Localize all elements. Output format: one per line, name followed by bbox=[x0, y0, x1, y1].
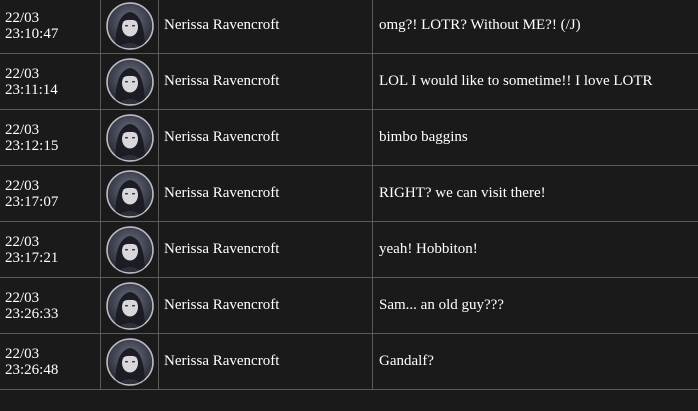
avatar-cell bbox=[100, 109, 159, 166]
timestamp-cell: 22/03 23:26:33 bbox=[0, 277, 101, 334]
message-date: 22/03 bbox=[5, 121, 40, 138]
user-avatar bbox=[105, 169, 154, 218]
message-text: yeah! Hobbiton! bbox=[372, 221, 698, 278]
chat-row: 22/03 23:10:47 Nerissa Ravencroft omg?! … bbox=[0, 0, 698, 54]
chat-log-table: 22/03 23:10:47 Nerissa Ravencroft omg?! … bbox=[0, 0, 698, 390]
timestamp-cell: 22/03 23:26:48 bbox=[0, 333, 101, 390]
avatar-cell bbox=[100, 53, 159, 110]
user-avatar bbox=[105, 57, 154, 106]
message-date: 22/03 bbox=[5, 345, 40, 362]
message-date: 22/03 bbox=[5, 9, 40, 26]
message-date: 22/03 bbox=[5, 177, 40, 194]
chat-row: 22/03 23:17:21 Nerissa Ravencroft yeah! … bbox=[0, 221, 698, 278]
message-time: 23:17:21 bbox=[5, 249, 59, 266]
message-time: 23:17:07 bbox=[5, 193, 59, 210]
chat-row: 22/03 23:26:33 Nerissa Ravencroft Sam...… bbox=[0, 277, 698, 334]
avatar-cell bbox=[100, 333, 159, 390]
user-avatar bbox=[105, 113, 154, 162]
message-text: LOL I would like to sometime!! I love LO… bbox=[372, 53, 698, 110]
username: Nerissa Ravencroft bbox=[158, 0, 373, 54]
avatar-cell bbox=[100, 0, 159, 54]
username: Nerissa Ravencroft bbox=[158, 53, 373, 110]
user-avatar bbox=[105, 281, 154, 330]
user-avatar bbox=[105, 225, 154, 274]
username: Nerissa Ravencroft bbox=[158, 333, 373, 390]
timestamp-cell: 22/03 23:10:47 bbox=[0, 0, 101, 54]
username: Nerissa Ravencroft bbox=[158, 165, 373, 222]
timestamp-cell: 22/03 23:17:21 bbox=[0, 221, 101, 278]
message-date: 22/03 bbox=[5, 65, 40, 82]
message-text: Sam... an old guy??? bbox=[372, 277, 698, 334]
message-text: RIGHT? we can visit there! bbox=[372, 165, 698, 222]
message-text: omg?! LOTR? Without ME?! (/J) bbox=[372, 0, 698, 54]
chat-row: 22/03 23:12:15 Nerissa Ravencroft bimbo … bbox=[0, 109, 698, 166]
avatar-cell bbox=[100, 165, 159, 222]
message-text: bimbo baggins bbox=[372, 109, 698, 166]
message-text: Gandalf? bbox=[372, 333, 698, 390]
timestamp-cell: 22/03 23:11:14 bbox=[0, 53, 101, 110]
message-time: 23:26:33 bbox=[5, 305, 59, 322]
message-time: 23:26:48 bbox=[5, 361, 59, 378]
message-time: 23:11:14 bbox=[5, 81, 58, 98]
chat-row: 22/03 23:11:14 Nerissa Ravencroft LOL I … bbox=[0, 53, 698, 110]
avatar-cell bbox=[100, 277, 159, 334]
username: Nerissa Ravencroft bbox=[158, 221, 373, 278]
timestamp-cell: 22/03 23:12:15 bbox=[0, 109, 101, 166]
username: Nerissa Ravencroft bbox=[158, 277, 373, 334]
timestamp-cell: 22/03 23:17:07 bbox=[0, 165, 101, 222]
message-date: 22/03 bbox=[5, 233, 40, 250]
avatar-cell bbox=[100, 221, 159, 278]
message-date: 22/03 bbox=[5, 289, 40, 306]
user-avatar bbox=[105, 337, 154, 386]
username: Nerissa Ravencroft bbox=[158, 109, 373, 166]
message-time: 23:10:47 bbox=[5, 25, 59, 42]
message-time: 23:12:15 bbox=[5, 137, 59, 154]
user-avatar bbox=[105, 1, 154, 50]
chat-row: 22/03 23:26:48 Nerissa Ravencroft Gandal… bbox=[0, 333, 698, 390]
chat-log-body: 22/03 23:10:47 Nerissa Ravencroft omg?! … bbox=[0, 0, 698, 390]
chat-row: 22/03 23:17:07 Nerissa Ravencroft RIGHT?… bbox=[0, 165, 698, 222]
